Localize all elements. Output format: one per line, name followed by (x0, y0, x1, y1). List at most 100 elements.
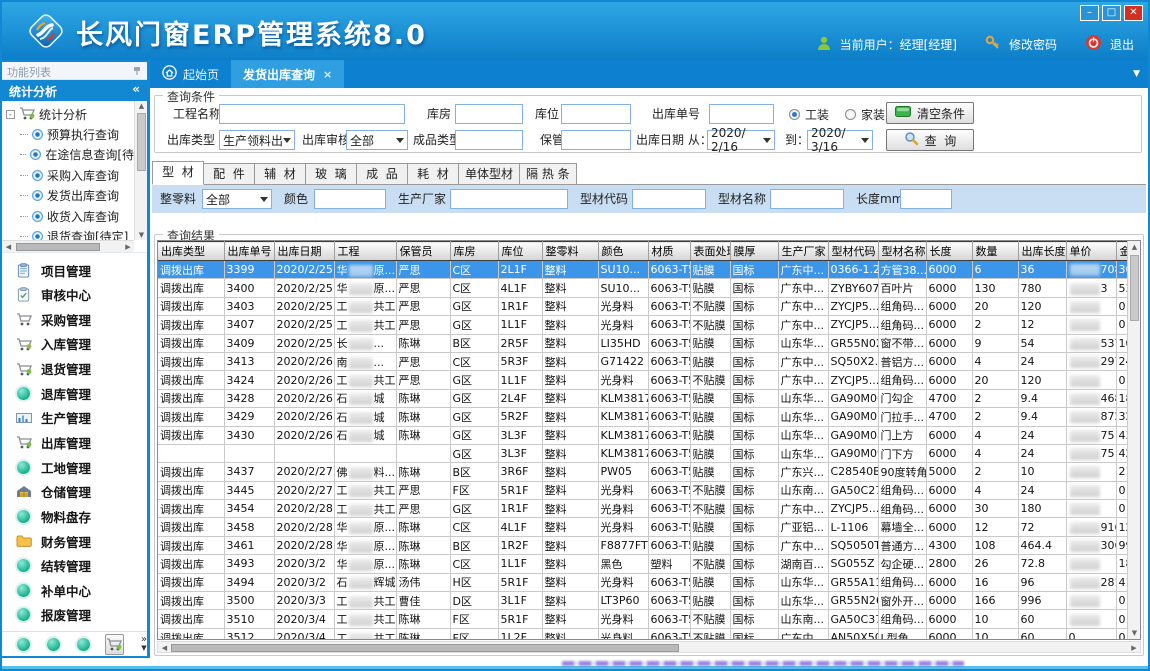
tab-close-icon[interactable]: × (323, 68, 332, 81)
sidebar-module-item[interactable]: 结转管理 (2, 554, 147, 578)
sidebar-module-item[interactable]: 采购管理 (2, 307, 147, 331)
table-row[interactable]: 调拨出库35122020/3/4工共工程陈琳F区1L2F整料光身料6063-T5… (158, 628, 1136, 640)
sidebar-module-item[interactable]: 入库管理 (2, 332, 147, 356)
table-row[interactable]: 调拨出库33992020/2/25华原...严思C区2L1F整料SU10...6… (158, 261, 1136, 279)
scroll-left-icon[interactable]: ◀ (2, 243, 15, 251)
sidebar-tree-item[interactable]: 预算执行查询 (6, 124, 134, 145)
material-tab[interactable]: 配 件 (203, 163, 255, 184)
maximize-button[interactable]: □ (1102, 5, 1121, 21)
product-type-input[interactable] (455, 130, 523, 150)
cart-button[interactable] (105, 634, 124, 655)
clear-conditions-button[interactable]: 清空条件 (886, 102, 974, 124)
column-header[interactable]: 膜厚 (730, 242, 778, 261)
radio-jiazhuang[interactable] (845, 109, 856, 120)
material-tab[interactable]: 隔 热 条 (519, 163, 577, 184)
table-row[interactable]: 调拨出库34132020/2/26南...严思C区5R3F整料G71422606… (158, 352, 1136, 370)
sidebar-module-item[interactable]: 仓储管理 (2, 480, 147, 504)
tab-overflow-arrow[interactable]: ▼ (1133, 69, 1140, 79)
scroll-up-icon[interactable]: ▲ (135, 102, 148, 110)
table-row[interactable]: 调拨出库35002020/3/3工共工程曹佳D区3L1F整料LT3P606063… (158, 592, 1136, 610)
table-row[interactable]: 调拨出库34072020/2/25工共工程严思G区1L1F整料光身料6063-T… (158, 316, 1136, 334)
table-row[interactable]: 调拨出库34582020/2/28华原...陈琳C区4L1F整料光身料6063-… (158, 518, 1136, 536)
table-row[interactable]: 调拨出库34302020/2/26石城陈琳G区3L3F整料KLM38176063… (158, 426, 1136, 444)
keeper-input[interactable] (561, 130, 631, 150)
date-to-picker[interactable]: 2020/ 3/16 (807, 130, 873, 150)
column-header[interactable]: 型材名称 (878, 242, 926, 261)
scroll-right-icon[interactable]: ▶ (122, 243, 134, 251)
close-button[interactable]: ✕ (1124, 5, 1143, 21)
length-input[interactable] (900, 189, 952, 209)
tree-expander-icon[interactable]: - (6, 110, 15, 119)
change-password-link[interactable]: 修改密码 (1009, 36, 1057, 53)
column-header[interactable]: 出库长度 (1018, 242, 1066, 261)
column-header[interactable]: 表面处理 (690, 242, 730, 261)
circle-icon[interactable] (77, 638, 90, 651)
sidebar-module-item[interactable]: 工地管理 (2, 455, 147, 479)
column-header[interactable]: 保管员 (396, 242, 450, 261)
table-vertical-scrollbar[interactable]: ▲ ▼ (1127, 241, 1140, 639)
collapse-icon[interactable]: « (132, 82, 140, 96)
scroll-right-icon[interactable]: ▶ (1128, 644, 1140, 652)
material-tab[interactable]: 型 材 (152, 161, 204, 185)
scroll-up-icon[interactable]: ▲ (1128, 243, 1141, 251)
sidebar-module-item[interactable]: 出库管理 (2, 430, 147, 454)
column-header[interactable]: 单价 (1066, 242, 1116, 261)
material-tab[interactable]: 辅 材 (254, 163, 306, 184)
column-header[interactable]: 数量 (972, 242, 1018, 261)
sidebar-tree-item[interactable]: 在途信息查询[待 (6, 145, 134, 166)
table-row[interactable]: 调拨出库34292020/2/26石城陈琳G区5R2F整料KLM38176063… (158, 408, 1136, 426)
project-name-input[interactable] (219, 104, 405, 124)
table-row[interactable]: 调拨出库34282020/2/26石城陈琳G区2L4F整料KLM38176063… (158, 389, 1136, 407)
scroll-down-icon[interactable]: ▼ (1128, 629, 1141, 637)
sidebar-module-item[interactable]: 补单中心 (2, 578, 147, 602)
color-input[interactable] (314, 189, 386, 209)
circle-icon[interactable] (17, 638, 30, 651)
sidebar-module-item[interactable]: 生产管理 (2, 406, 147, 430)
column-header[interactable]: 生产厂家 (778, 242, 828, 261)
logout-link[interactable]: 退出 (1110, 36, 1134, 53)
minimize-button[interactable]: – (1080, 5, 1099, 21)
table-row[interactable]: 调拨出库34002020/2/25华原...严思C区4L1F整料SU10...6… (158, 279, 1136, 297)
column-header[interactable]: 库房 (450, 242, 498, 261)
warehouse-input[interactable] (455, 104, 523, 124)
material-tab[interactable]: 耗 材 (407, 163, 459, 184)
sidebar-tree-item[interactable]: 发货出库查询 (6, 186, 134, 207)
sidebar-module-item[interactable]: 财务管理 (2, 529, 147, 553)
column-header[interactable]: 出库类型 (158, 242, 224, 261)
circle-icon[interactable] (47, 638, 60, 651)
table-row[interactable]: 调拨出库34372020/2/27佛料...陈琳B区3R6F整料PW056063… (158, 463, 1136, 481)
column-header[interactable]: 颜色 (598, 242, 648, 261)
table-row[interactable]: 调拨出库34932020/3/2华原...陈琳C区1L1F整料黑色塑料不贴膜国标… (158, 555, 1136, 573)
column-header[interactable]: 长度 (926, 242, 972, 261)
tab-outbound-query[interactable]: 发货出库查询 × (231, 60, 344, 88)
column-header[interactable]: 材质 (648, 242, 690, 261)
table-row[interactable]: 调拨出库35102020/3/4工共工程陈琳F区5R1F整料光身料6063-T5… (158, 610, 1136, 628)
scroll-left-icon[interactable]: ◀ (158, 644, 171, 652)
material-tab[interactable]: 成 品 (356, 163, 408, 184)
search-button[interactable]: 查 询 (886, 129, 974, 151)
out-type-select[interactable]: 生产领料出库 (219, 130, 295, 150)
sidebar-tree-item[interactable]: 采购入库查询 (6, 165, 134, 186)
date-from-picker[interactable]: 2020/ 2/16 (707, 130, 775, 150)
tree-vertical-scrollbar[interactable]: ▲ ▼ (134, 101, 147, 240)
material-tab[interactable]: 玻 璃 (305, 163, 357, 184)
table-row[interactable]: 调拨出库34612020/2/28华原...陈琳B区1R2F整料F8877FT6… (158, 536, 1136, 554)
tree-root-node[interactable]: - 统计分析 (6, 104, 134, 124)
table-row[interactable]: 调拨出库34452020/2/27工共工程严思F区5R1F整料光身料6063-T… (158, 481, 1136, 499)
material-tab[interactable]: 单体型材 (458, 163, 520, 184)
sidebar-module-item[interactable]: 审核中心 (2, 283, 147, 307)
radio-gongzhuang[interactable] (789, 109, 800, 120)
location-input[interactable] (561, 104, 631, 124)
column-header[interactable]: 出库单号 (224, 242, 274, 261)
tab-home[interactable]: 起始页 (150, 60, 231, 88)
vendor-input[interactable] (450, 189, 568, 209)
table-row[interactable]: 调拨出库34942020/3/2石辉城汤伟H区5R1F整料光身料6063-T5贴… (158, 573, 1136, 591)
pin-icon[interactable] (133, 66, 141, 79)
table-row[interactable]: 调拨出库34092020/2/25长...陈琳B区2R5F整料LI35HD606… (158, 334, 1136, 352)
column-header[interactable]: 出库日期 (274, 242, 334, 261)
table-row[interactable]: 调拨出库34242020/2/26工共工程严思G区1L1F整料光身料6063-T… (158, 371, 1136, 389)
sidebar-module-item[interactable]: 项目管理 (2, 258, 147, 282)
table-horizontal-scrollbar[interactable]: ◀ ▶ (157, 641, 1141, 653)
sidebar-tree-item[interactable]: 收货入库查询 (6, 206, 134, 227)
profile-code-input[interactable] (632, 189, 706, 209)
